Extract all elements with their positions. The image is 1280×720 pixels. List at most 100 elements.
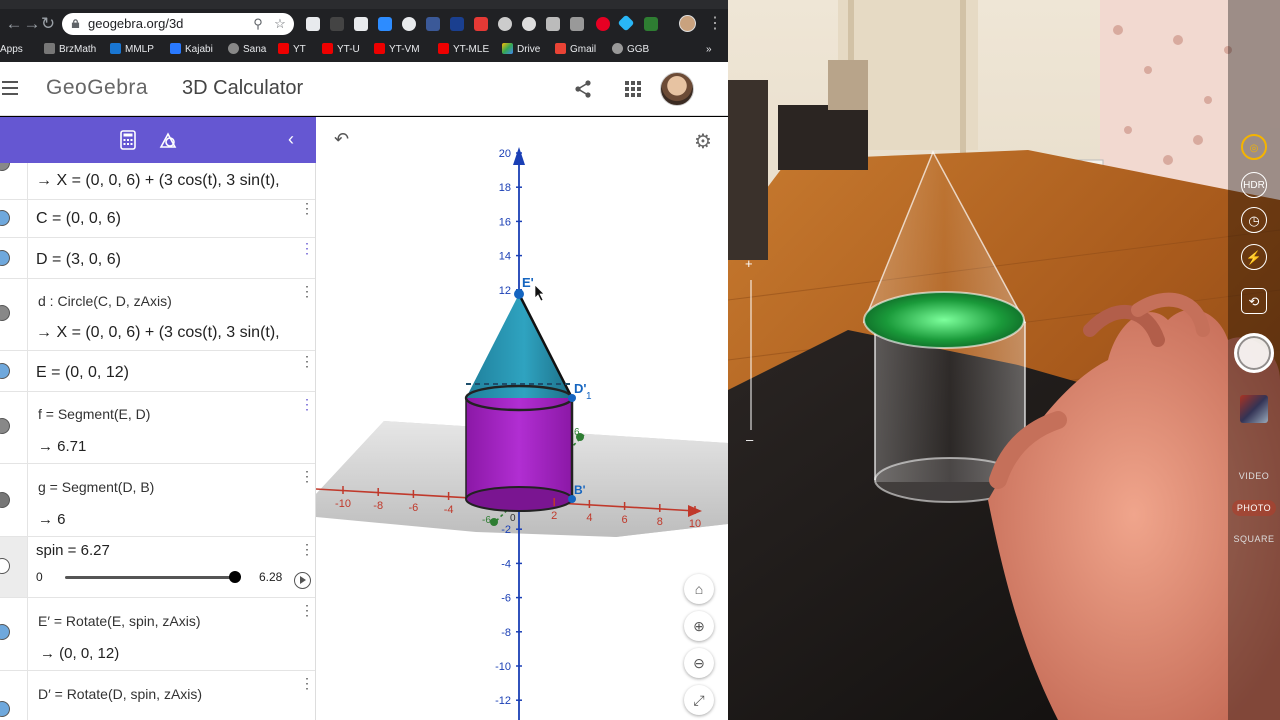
pinterest-icon[interactable] [596,17,610,31]
algebra-definition[interactable]: f = Segment(E, D) [38,406,150,422]
extension-icon[interactable] [522,17,536,31]
share-icon[interactable] [573,79,593,99]
point-e-prime[interactable] [514,289,524,299]
bookmark-mmlp[interactable]: MMLP [110,43,154,57]
extension-icon[interactable] [402,17,416,31]
algebra-row[interactable]: D′ = Rotate(D, spin, zAxis) ⋮ [0,671,315,720]
home-view-button[interactable]: ⌂ [684,574,714,604]
more-options-icon[interactable]: ⋮ [300,469,314,483]
algebra-definition[interactable]: d : Circle(C, D, zAxis) [38,293,172,309]
more-options-icon[interactable]: ⋮ [300,603,314,617]
extension-icon[interactable] [306,17,320,31]
mode-video[interactable]: VIDEO [1228,471,1280,481]
bookmark-kajabi[interactable]: Kajabi [170,43,213,57]
more-options-icon[interactable]: ⋮ [300,201,314,215]
zoom-app-icon[interactable] [378,17,392,31]
bookmark-yt-vm[interactable]: YT-VM [374,43,420,57]
algebra-expression[interactable]: D = (3, 0, 6) [36,251,121,269]
camera-zoom-slider[interactable] [750,280,752,430]
extension-icon[interactable] [498,17,512,31]
zoom-icon[interactable]: ⚲ [250,16,266,32]
zoom-plus[interactable]: + [745,256,753,271]
calculator-icon[interactable] [118,130,138,150]
extension-icon[interactable] [474,17,488,31]
undo-icon[interactable]: ↶ [334,129,349,150]
slider-track[interactable] [65,571,241,583]
algebra-row[interactable]: f = Segment(E, D) → 6.71 ⋮ [0,392,315,464]
algebra-definition[interactable]: D′ = Rotate(D, spin, zAxis) [38,686,202,702]
bookmark-apps[interactable]: Apps [0,43,23,57]
graphics-3d-canvas[interactable]: 2018161412-2-4-6-8-10-12 -12-10-8-6-4246… [316,117,728,720]
mode-square[interactable]: SQUARE [1228,534,1280,544]
algebra-output: → 6 [38,511,66,528]
algebra-definition[interactable]: g = Segment(D, B) [38,479,154,495]
zoom-out-button[interactable]: ⊖ [684,648,714,678]
brand-logo: GeoGebra [46,76,149,99]
graphics-3d-view[interactable]: 2018161412-2-4-6-8-10-12 -12-10-8-6-4246… [316,117,728,720]
slider-row[interactable]: spin = 6.27 0 6.28 ⋮ [0,537,315,598]
extension-icon[interactable] [644,17,658,31]
bookmark-yt-u[interactable]: YT-U [322,43,360,57]
bookmark-yt-mle[interactable]: YT-MLE [438,43,489,57]
algebra-row[interactable]: d : Circle(C, D, zAxis) → X = (0, 0, 6) … [0,279,315,351]
bookmark-icon [170,43,181,54]
extension-icon[interactable] [617,14,635,32]
point-green-2[interactable] [490,518,498,526]
hamburger-menu-icon[interactable] [2,81,18,95]
extension-icon[interactable] [330,17,344,31]
user-avatar[interactable] [660,72,694,106]
menu-dots-icon[interactable]: ⋮ [707,14,723,34]
timer-icon[interactable]: ◷ [1241,207,1267,233]
bookmark-brzmath[interactable]: BrzMath [44,43,96,57]
algebra-row[interactable]: E = (0, 0, 12) ⋮ [0,351,315,392]
switch-camera-icon[interactable]: ⟲ [1241,288,1267,314]
extension-icon[interactable] [354,17,368,31]
play-icon[interactable] [294,572,311,589]
collapse-panel-icon[interactable]: ‹ [288,129,294,149]
reload-icon[interactable]: ↻ [38,14,58,34]
more-options-icon[interactable]: ⋮ [300,354,314,368]
algebra-row[interactable]: D = (3, 0, 6) ⋮ [0,238,315,279]
hdr-toggle[interactable]: HDR [1241,172,1267,198]
extension-icon[interactable] [546,17,560,31]
x-tick-label: 6 [622,514,628,526]
bookmark-drive[interactable]: Drive [502,43,540,57]
extension-icon[interactable] [450,17,464,31]
bookmark-yt[interactable]: YT [278,43,306,57]
tools-icon[interactable] [158,130,178,150]
more-options-icon[interactable]: ⋮ [300,397,314,411]
more-options-icon[interactable]: ⋮ [300,241,314,255]
algebra-definition[interactable]: E′ = Rotate(E, spin, zAxis) [38,613,201,629]
back-button[interactable]: ← [4,14,24,34]
slider-handle[interactable] [228,571,241,583]
algebra-expression[interactable]: E = (0, 0, 12) [36,364,129,382]
bookmark-gmail[interactable]: Gmail [555,43,596,57]
mode-photo[interactable]: PHOTO [1232,500,1276,516]
algebra-row[interactable]: C = (0, 0, 6) ⋮ [0,200,315,238]
extension-icon[interactable] [570,17,584,31]
zoom-in-button[interactable]: ⊕ [684,611,714,641]
profile-avatar[interactable] [679,15,696,32]
star-icon[interactable]: ☆ [272,16,288,32]
algebra-row[interactable]: → X = (0, 0, 6) + (3 cos(t), 3 sin(t), [0,163,315,200]
settings-gear-icon[interactable]: ⚙ [694,129,712,154]
algebra-expression[interactable]: C = (0, 0, 6) [36,210,121,228]
algebra-row[interactable]: E′ = Rotate(E, spin, zAxis) → (0, 0, 12)… [0,598,315,671]
shutter-button[interactable] [1234,333,1274,373]
fullscreen-button[interactable]: ⤢ [684,685,714,715]
zoom-minus[interactable]: – [746,432,753,447]
more-options-icon[interactable]: ⋮ [300,676,314,690]
algebra-row[interactable]: g = Segment(D, B) → 6 ⋮ [0,464,315,537]
apps-grid-icon[interactable] [624,80,642,98]
bookmarks-overflow[interactable]: » [706,43,712,57]
more-options-icon[interactable]: ⋮ [300,542,314,556]
more-options-icon[interactable]: ⋮ [300,284,314,298]
facebook-icon[interactable] [426,17,440,31]
bookmark-ggb[interactable]: GGB [612,43,649,57]
photo-thumbnail[interactable] [1240,395,1268,423]
slider-name[interactable]: spin = 6.27 [36,542,110,559]
bookmark-sana[interactable]: Sana [228,43,266,57]
live-photo-icon[interactable]: ◎ [1241,134,1267,160]
flash-icon[interactable]: ⚡ [1241,244,1267,270]
address-bar[interactable]: geogebra.org/3d ⚲ ☆ [62,13,294,35]
